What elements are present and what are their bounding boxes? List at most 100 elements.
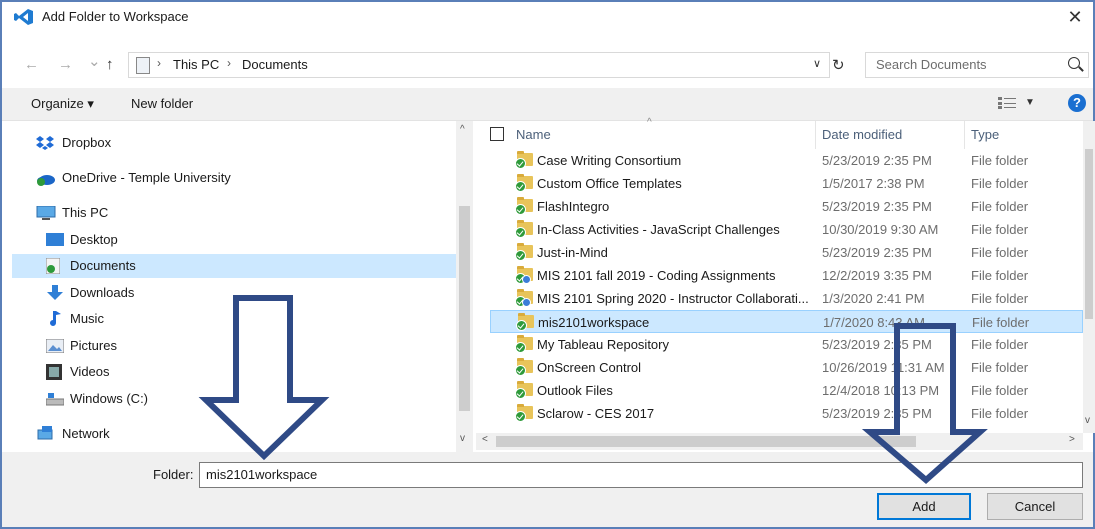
column-header-name[interactable]: Name [516,127,551,142]
file-row[interactable]: OnScreen Control 10/26/2019 11:31 AM File … [490,356,1083,379]
sidebar-item-downloads[interactable]: Downloads [46,281,446,305]
folder-icon [515,404,533,422]
file-name: My Tableau Repository [537,337,669,352]
file-row[interactable]: Sclarow - CES 2017 5/23/2019 2:35 PM File … [490,402,1083,425]
network-icon [37,426,53,440]
file-date-modified: 1/3/2020 2:41 PM [822,291,925,306]
file-type: File folder [971,406,1029,421]
scroll-right-arrow[interactable]: > [1069,434,1075,445]
file-row[interactable]: FlashIntegro 5/23/2019 2:35 PM File folder [490,195,1083,218]
file-name: Case Writing Consortium [537,153,682,168]
sidebar-item-music[interactable]: Music [46,307,446,331]
scroll-down-arrow[interactable]: v [460,433,465,444]
sidebar-item-onedrive[interactable]: OneDrive - Temple University [36,166,436,190]
music-icon [50,311,61,326]
file-list-horizontal-scrollbar[interactable]: < > [476,433,1083,450]
file-name: MIS 2101 Spring 2020 - Instructor Collab… [537,291,809,306]
search-input[interactable]: Search Documents [865,52,1089,78]
sidebar-item-network[interactable]: Network [36,422,436,446]
scrollbar-thumb[interactable] [459,206,470,411]
address-bar[interactable]: › This PC › Documents ∨ [128,52,830,78]
file-type: File folder [971,245,1029,260]
file-row[interactable]: mis2101workspace 1/7/2020 8:43 AM File fol… [490,310,1083,333]
folder-icon [515,197,533,215]
file-name: Custom Office Templates [537,176,682,191]
pictures-icon [46,339,64,353]
file-row[interactable]: MIS 2101 Spring 2020 - Instructor Collab… [490,287,1083,310]
file-list-vertical-scrollbar[interactable]: v [1083,121,1095,433]
breadcrumb-separator: › [157,56,161,70]
sidebar-item-windows-c[interactable]: Windows (C:) [46,387,446,411]
sync-status-icon [515,227,526,238]
breadcrumb-separator: › [227,56,231,70]
shared-icon [522,275,531,284]
column-divider[interactable] [964,121,965,149]
select-all-checkbox[interactable] [490,127,504,141]
folder-icon [515,174,533,192]
back-icon[interactable]: ← [24,56,39,73]
sync-status-icon [515,342,526,353]
sidebar-item-documents[interactable]: Documents [12,254,456,278]
sidebar-item-label: Videos [70,364,110,379]
file-row[interactable]: MIS 2101 fall 2019 - Coding Assignments 1… [490,264,1083,287]
file-date-modified: 12/2/2019 3:35 PM [822,268,932,283]
file-type: File folder [971,199,1029,214]
file-type: File folder [971,291,1029,306]
sidebar-item-label: Network [62,426,110,441]
column-header-date[interactable]: Date modified [822,127,902,142]
recent-locations-icon[interactable]: ⌄ [88,52,101,70]
sidebar-item-dropbox[interactable]: Dropbox [36,131,436,155]
column-divider[interactable] [815,121,816,149]
file-row[interactable]: My Tableau Repository 5/23/2019 2:35 PM Fi… [490,333,1083,356]
add-button[interactable]: Add [877,493,971,520]
search-icon[interactable] [1068,57,1080,69]
up-icon[interactable]: ↑ [106,56,114,73]
file-name: OnScreen Control [537,360,642,375]
file-row[interactable]: Case Writing Consortium 5/23/2019 2:35 PM… [490,149,1083,172]
sync-status-icon [516,320,527,331]
folder-icon [515,358,533,376]
navigation-scrollbar[interactable]: ^ v [456,121,473,452]
view-dropdown-icon[interactable]: ▼ [1025,97,1035,108]
file-row[interactable]: Just-in-Mind 5/23/2019 2:35 PM File folder [490,241,1083,264]
file-row[interactable]: Outlook Files 12/4/2018 10:13 PM File fold… [490,379,1083,402]
file-type: File folder [971,153,1029,168]
documents-location-icon [136,57,150,74]
scroll-left-arrow[interactable]: < [482,434,488,445]
refresh-icon[interactable]: ↻ [832,56,845,74]
documents-icon [46,258,60,274]
close-button[interactable]: ✕ [1057,2,1093,32]
scrollbar-thumb[interactable] [1085,149,1093,319]
navigation-pane: Dropbox OneDrive - Temple University Thi… [2,121,456,452]
scrollbar-thumb[interactable] [496,436,916,447]
file-row[interactable]: In-Class Activities - JavaScript Challen… [490,218,1083,241]
breadcrumb-documents[interactable]: Documents [242,57,308,72]
breadcrumb-this-pc[interactable]: This PC [173,57,219,72]
sidebar-item-desktop[interactable]: Desktop [46,228,446,252]
sidebar-item-pictures[interactable]: Pictures [46,334,446,358]
view-options-icon[interactable] [998,97,1016,109]
cancel-button[interactable]: Cancel [987,493,1083,520]
help-icon[interactable]: ? [1068,94,1086,112]
sync-status-icon [515,250,526,261]
file-list: ^ Name Date modified Type Case Writing C… [476,117,1083,433]
sidebar-item-videos[interactable]: Videos [46,360,446,384]
file-date-modified: 5/23/2019 2:35 PM [822,153,932,168]
file-type: File folder [971,268,1029,283]
column-header-type[interactable]: Type [971,127,999,142]
address-dropdown-icon[interactable]: ∨ [813,57,821,70]
sidebar-item-this-pc[interactable]: This PC [36,201,436,225]
file-date-modified: 5/23/2019 2:35 PM [822,199,932,214]
folder-field[interactable]: mis2101workspace [199,462,1083,488]
forward-icon[interactable]: → [58,56,73,73]
file-name: FlashIntegro [537,199,610,214]
scroll-down-arrow[interactable]: v [1085,415,1090,426]
file-row[interactable]: Custom Office Templates 1/5/2017 2:38 PM F… [490,172,1083,195]
file-date-modified: 10/26/2019 11:31 AM [822,360,945,375]
new-folder-button[interactable]: New folder [131,96,193,111]
scroll-up-arrow[interactable]: ^ [460,124,465,135]
desktop-icon [46,233,64,246]
folder-icon [515,243,533,261]
file-name: mis2101workspace [538,315,650,330]
organize-button[interactable]: Organize ▾ [31,96,94,112]
